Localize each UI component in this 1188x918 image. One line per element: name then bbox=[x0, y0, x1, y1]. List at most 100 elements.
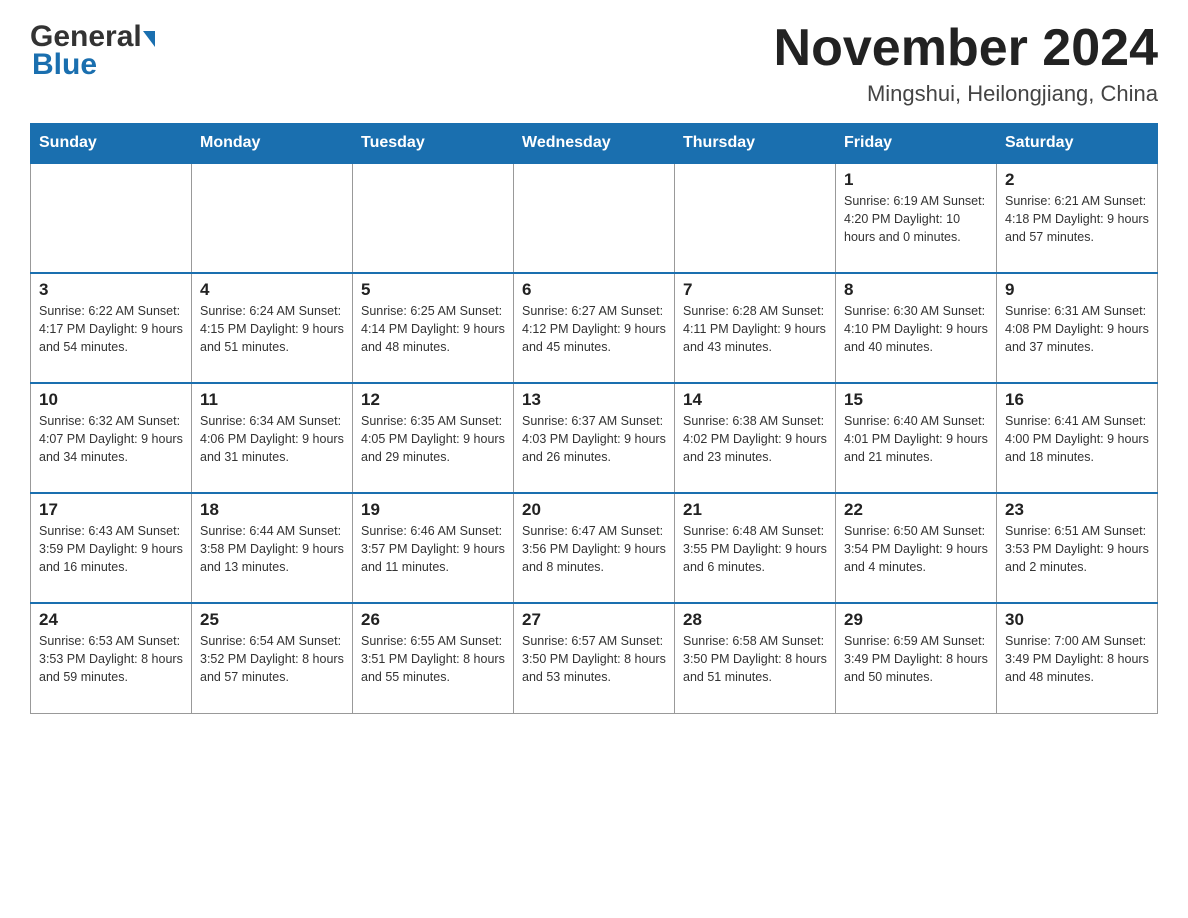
calendar-cell: 11Sunrise: 6:34 AM Sunset: 4:06 PM Dayli… bbox=[192, 383, 353, 493]
calendar-cell: 18Sunrise: 6:44 AM Sunset: 3:58 PM Dayli… bbox=[192, 493, 353, 603]
day-info: Sunrise: 6:31 AM Sunset: 4:08 PM Dayligh… bbox=[1005, 302, 1149, 356]
logo-blue-text: Blue bbox=[30, 48, 97, 82]
day-number: 7 bbox=[683, 280, 827, 300]
day-info: Sunrise: 6:34 AM Sunset: 4:06 PM Dayligh… bbox=[200, 412, 344, 466]
column-header-friday: Friday bbox=[836, 124, 997, 164]
calendar-cell: 15Sunrise: 6:40 AM Sunset: 4:01 PM Dayli… bbox=[836, 383, 997, 493]
column-header-tuesday: Tuesday bbox=[353, 124, 514, 164]
day-number: 11 bbox=[200, 390, 344, 410]
day-info: Sunrise: 6:46 AM Sunset: 3:57 PM Dayligh… bbox=[361, 522, 505, 576]
logo: General Blue bbox=[30, 20, 155, 82]
calendar-cell: 1Sunrise: 6:19 AM Sunset: 4:20 PM Daylig… bbox=[836, 163, 997, 273]
day-info: Sunrise: 6:41 AM Sunset: 4:00 PM Dayligh… bbox=[1005, 412, 1149, 466]
calendar-cell: 28Sunrise: 6:58 AM Sunset: 3:50 PM Dayli… bbox=[675, 603, 836, 713]
day-info: Sunrise: 6:28 AM Sunset: 4:11 PM Dayligh… bbox=[683, 302, 827, 356]
day-number: 6 bbox=[522, 280, 666, 300]
logo-arrow-icon bbox=[143, 31, 155, 47]
calendar-cell: 4Sunrise: 6:24 AM Sunset: 4:15 PM Daylig… bbox=[192, 273, 353, 383]
day-number: 28 bbox=[683, 610, 827, 630]
day-number: 14 bbox=[683, 390, 827, 410]
day-number: 17 bbox=[39, 500, 183, 520]
calendar-cell: 9Sunrise: 6:31 AM Sunset: 4:08 PM Daylig… bbox=[997, 273, 1158, 383]
day-number: 1 bbox=[844, 170, 988, 190]
day-info: Sunrise: 7:00 AM Sunset: 3:49 PM Dayligh… bbox=[1005, 632, 1149, 686]
day-number: 13 bbox=[522, 390, 666, 410]
calendar-cell: 24Sunrise: 6:53 AM Sunset: 3:53 PM Dayli… bbox=[31, 603, 192, 713]
calendar-cell: 14Sunrise: 6:38 AM Sunset: 4:02 PM Dayli… bbox=[675, 383, 836, 493]
calendar-cell: 10Sunrise: 6:32 AM Sunset: 4:07 PM Dayli… bbox=[31, 383, 192, 493]
calendar-cell: 7Sunrise: 6:28 AM Sunset: 4:11 PM Daylig… bbox=[675, 273, 836, 383]
day-info: Sunrise: 6:24 AM Sunset: 4:15 PM Dayligh… bbox=[200, 302, 344, 356]
calendar-cell bbox=[675, 163, 836, 273]
column-header-thursday: Thursday bbox=[675, 124, 836, 164]
calendar-cell: 30Sunrise: 7:00 AM Sunset: 3:49 PM Dayli… bbox=[997, 603, 1158, 713]
calendar-title: November 2024 bbox=[774, 20, 1158, 77]
week-row-2: 3Sunrise: 6:22 AM Sunset: 4:17 PM Daylig… bbox=[31, 273, 1158, 383]
day-info: Sunrise: 6:53 AM Sunset: 3:53 PM Dayligh… bbox=[39, 632, 183, 686]
calendar-cell: 6Sunrise: 6:27 AM Sunset: 4:12 PM Daylig… bbox=[514, 273, 675, 383]
day-number: 5 bbox=[361, 280, 505, 300]
day-info: Sunrise: 6:55 AM Sunset: 3:51 PM Dayligh… bbox=[361, 632, 505, 686]
day-number: 25 bbox=[200, 610, 344, 630]
header-row: SundayMondayTuesdayWednesdayThursdayFrid… bbox=[31, 124, 1158, 164]
calendar-cell: 3Sunrise: 6:22 AM Sunset: 4:17 PM Daylig… bbox=[31, 273, 192, 383]
day-number: 9 bbox=[1005, 280, 1149, 300]
day-info: Sunrise: 6:19 AM Sunset: 4:20 PM Dayligh… bbox=[844, 192, 988, 246]
day-number: 21 bbox=[683, 500, 827, 520]
calendar-subtitle: Mingshui, Heilongjiang, China bbox=[774, 81, 1158, 107]
week-row-1: 1Sunrise: 6:19 AM Sunset: 4:20 PM Daylig… bbox=[31, 163, 1158, 273]
week-row-3: 10Sunrise: 6:32 AM Sunset: 4:07 PM Dayli… bbox=[31, 383, 1158, 493]
calendar-cell bbox=[31, 163, 192, 273]
day-number: 26 bbox=[361, 610, 505, 630]
day-number: 15 bbox=[844, 390, 988, 410]
calendar-cell: 13Sunrise: 6:37 AM Sunset: 4:03 PM Dayli… bbox=[514, 383, 675, 493]
day-info: Sunrise: 6:22 AM Sunset: 4:17 PM Dayligh… bbox=[39, 302, 183, 356]
day-info: Sunrise: 6:43 AM Sunset: 3:59 PM Dayligh… bbox=[39, 522, 183, 576]
calendar-cell: 27Sunrise: 6:57 AM Sunset: 3:50 PM Dayli… bbox=[514, 603, 675, 713]
day-number: 22 bbox=[844, 500, 988, 520]
day-number: 12 bbox=[361, 390, 505, 410]
calendar-cell: 22Sunrise: 6:50 AM Sunset: 3:54 PM Dayli… bbox=[836, 493, 997, 603]
day-info: Sunrise: 6:51 AM Sunset: 3:53 PM Dayligh… bbox=[1005, 522, 1149, 576]
calendar-cell: 5Sunrise: 6:25 AM Sunset: 4:14 PM Daylig… bbox=[353, 273, 514, 383]
day-info: Sunrise: 6:40 AM Sunset: 4:01 PM Dayligh… bbox=[844, 412, 988, 466]
day-info: Sunrise: 6:27 AM Sunset: 4:12 PM Dayligh… bbox=[522, 302, 666, 356]
day-info: Sunrise: 6:21 AM Sunset: 4:18 PM Dayligh… bbox=[1005, 192, 1149, 246]
day-info: Sunrise: 6:32 AM Sunset: 4:07 PM Dayligh… bbox=[39, 412, 183, 466]
calendar-cell: 2Sunrise: 6:21 AM Sunset: 4:18 PM Daylig… bbox=[997, 163, 1158, 273]
calendar-cell: 21Sunrise: 6:48 AM Sunset: 3:55 PM Dayli… bbox=[675, 493, 836, 603]
day-info: Sunrise: 6:54 AM Sunset: 3:52 PM Dayligh… bbox=[200, 632, 344, 686]
day-number: 8 bbox=[844, 280, 988, 300]
day-info: Sunrise: 6:25 AM Sunset: 4:14 PM Dayligh… bbox=[361, 302, 505, 356]
calendar-cell: 26Sunrise: 6:55 AM Sunset: 3:51 PM Dayli… bbox=[353, 603, 514, 713]
calendar-cell bbox=[353, 163, 514, 273]
calendar-cell: 20Sunrise: 6:47 AM Sunset: 3:56 PM Dayli… bbox=[514, 493, 675, 603]
column-header-sunday: Sunday bbox=[31, 124, 192, 164]
day-number: 4 bbox=[200, 280, 344, 300]
day-info: Sunrise: 6:59 AM Sunset: 3:49 PM Dayligh… bbox=[844, 632, 988, 686]
column-header-saturday: Saturday bbox=[997, 124, 1158, 164]
day-number: 19 bbox=[361, 500, 505, 520]
day-info: Sunrise: 6:57 AM Sunset: 3:50 PM Dayligh… bbox=[522, 632, 666, 686]
calendar-cell bbox=[192, 163, 353, 273]
day-number: 16 bbox=[1005, 390, 1149, 410]
day-number: 3 bbox=[39, 280, 183, 300]
calendar-cell: 17Sunrise: 6:43 AM Sunset: 3:59 PM Dayli… bbox=[31, 493, 192, 603]
calendar-cell: 23Sunrise: 6:51 AM Sunset: 3:53 PM Dayli… bbox=[997, 493, 1158, 603]
title-area: November 2024 Mingshui, Heilongjiang, Ch… bbox=[774, 20, 1158, 107]
calendar-cell: 12Sunrise: 6:35 AM Sunset: 4:05 PM Dayli… bbox=[353, 383, 514, 493]
day-number: 23 bbox=[1005, 500, 1149, 520]
day-number: 24 bbox=[39, 610, 183, 630]
day-number: 20 bbox=[522, 500, 666, 520]
day-number: 18 bbox=[200, 500, 344, 520]
calendar-cell: 8Sunrise: 6:30 AM Sunset: 4:10 PM Daylig… bbox=[836, 273, 997, 383]
day-number: 29 bbox=[844, 610, 988, 630]
day-number: 30 bbox=[1005, 610, 1149, 630]
calendar-cell: 16Sunrise: 6:41 AM Sunset: 4:00 PM Dayli… bbox=[997, 383, 1158, 493]
day-number: 2 bbox=[1005, 170, 1149, 190]
calendar-cell bbox=[514, 163, 675, 273]
calendar-cell: 19Sunrise: 6:46 AM Sunset: 3:57 PM Dayli… bbox=[353, 493, 514, 603]
day-number: 10 bbox=[39, 390, 183, 410]
week-row-5: 24Sunrise: 6:53 AM Sunset: 3:53 PM Dayli… bbox=[31, 603, 1158, 713]
day-info: Sunrise: 6:48 AM Sunset: 3:55 PM Dayligh… bbox=[683, 522, 827, 576]
